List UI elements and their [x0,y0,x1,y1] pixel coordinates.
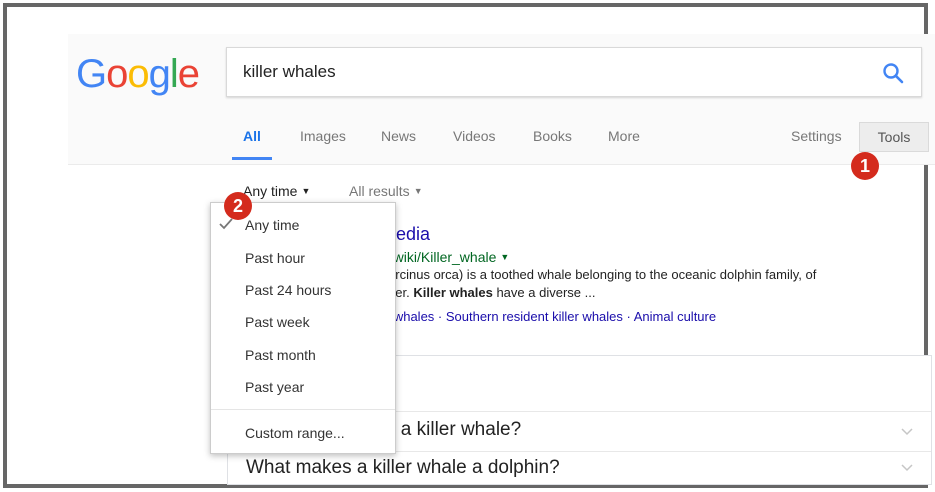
result-url: g/wiki/Killer_whale ▼ [382,249,509,265]
search-box[interactable] [226,47,922,97]
tab-more[interactable]: More [608,128,640,144]
menu-item-custom-range[interactable]: Custom range... [245,425,345,441]
logo-letter: g [148,52,171,96]
result-sitelinks[interactable]: iller whales · Southern resident killer … [370,309,716,324]
paa-question[interactable]: What makes a killer whale a dolphin? [228,451,931,492]
time-filter-label: Any time [243,183,298,199]
checkmark-icon [219,218,233,230]
step-badge-1: 1 [851,152,879,180]
result-snippet-line-1: a (Orcinus orca) is a toothed whale belo… [370,267,817,282]
menu-item-past-week[interactable]: Past week [245,314,310,330]
results-filter-label: All results [349,183,410,199]
time-filter-menu: Any time Past hour Past 24 hours Past we… [210,202,396,454]
paa-question-text: What makes a killer whale a dolphin? [246,457,560,478]
menu-divider [211,409,395,410]
tab-news[interactable]: News [381,128,416,144]
settings-link[interactable]: Settings [791,128,842,144]
search-tabs: All Images News Videos Books More Settin… [0,128,935,152]
caret-down-icon[interactable]: ▼ [500,252,509,262]
menu-item-any-time[interactable]: Any time [245,217,299,233]
results-filter[interactable]: All results ▼ [349,183,423,199]
tab-videos[interactable]: Videos [453,128,496,144]
logo-letter: G [76,52,107,96]
logo-letter: e [177,52,200,96]
search-input[interactable] [243,60,843,84]
caret-down-icon: ▼ [301,186,311,196]
chevron-down-icon [901,464,913,472]
chevron-down-icon [901,428,913,436]
snippet-text: have a diverse ... [492,285,596,300]
step-badge-2: 2 [224,192,252,220]
result-snippet-line-2: ember. Killer whales have a diverse ... [370,284,595,302]
menu-item-past-month[interactable]: Past month [245,347,316,363]
caret-down-icon: ▼ [413,186,423,196]
time-filter[interactable]: Any time ▼ [243,183,310,199]
menu-item-past-hour[interactable]: Past hour [245,250,305,266]
logo-letter: o [106,52,128,96]
menu-item-past-24-hours[interactable]: Past 24 hours [245,282,331,298]
search-icon[interactable] [881,61,905,85]
logo-letter: l [169,52,179,96]
google-logo[interactable]: Google [76,52,200,96]
tab-all[interactable]: All [243,128,261,144]
paa-question-text: it a killer whale? [386,419,522,440]
tab-books[interactable]: Books [533,128,572,144]
active-tab-indicator [232,157,272,160]
tools-button[interactable]: Tools [859,122,929,152]
logo-letter: o [127,52,149,96]
menu-item-past-year[interactable]: Past year [245,379,304,395]
snippet-bold: Killer whales [413,285,493,300]
result-url-text: g/wiki/Killer_whale [382,249,497,265]
tab-images[interactable]: Images [300,128,346,144]
